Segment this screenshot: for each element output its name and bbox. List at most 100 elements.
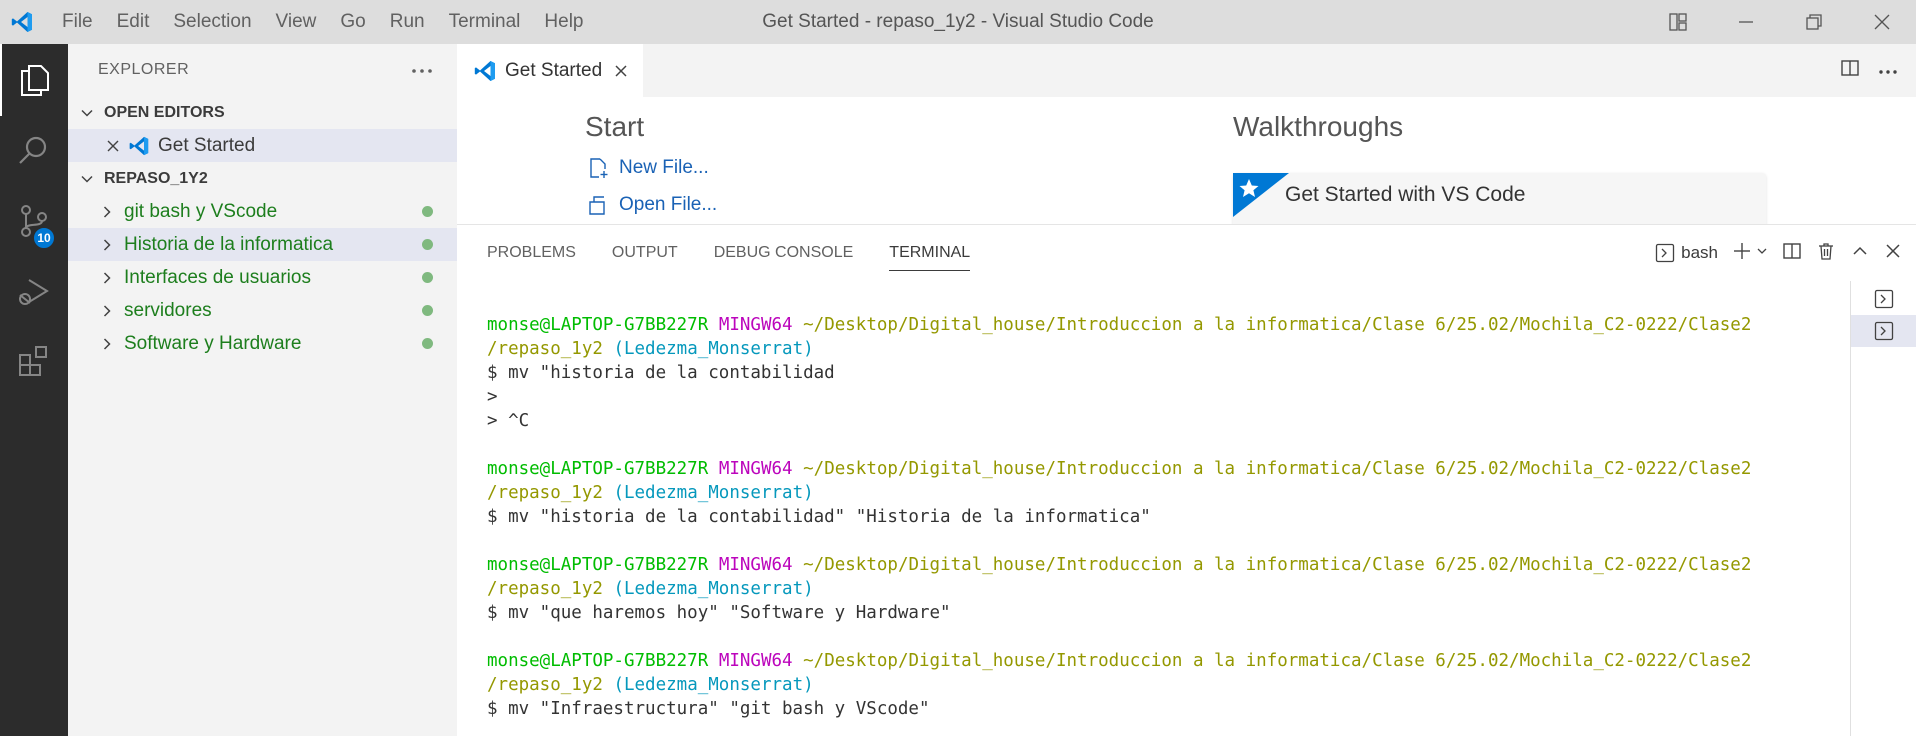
restore-icon[interactable] [1780, 0, 1848, 44]
walkthroughs-heading: Walkthroughs [1233, 111, 1404, 142]
source-control-badge: 10 [32, 226, 56, 250]
chevron-right-icon [96, 267, 118, 289]
terminal-instance-item[interactable] [1851, 315, 1916, 347]
prompt-branch: (Ledezma_Monserrat) [613, 579, 814, 599]
menu-selection[interactable]: Selection [161, 0, 263, 44]
menu-edit[interactable]: Edit [105, 0, 162, 44]
folder-label: Historia de la informatica [124, 233, 334, 255]
terminal-icon [1874, 289, 1894, 309]
close-editor-icon[interactable] [106, 139, 120, 153]
close-tab-icon[interactable] [614, 64, 628, 78]
tab-terminal[interactable]: TERMINAL [889, 239, 970, 271]
new-file-link[interactable]: New File... [587, 157, 709, 179]
split-editor-icon[interactable] [1840, 58, 1860, 83]
tab-debug-console[interactable]: DEBUG CONSOLE [714, 239, 854, 267]
close-panel-icon[interactable] [1884, 242, 1902, 265]
workspace-folder-section[interactable]: REPASO_1Y2 [68, 162, 457, 195]
prompt-host: MINGW64 [718, 555, 793, 575]
vscode-logo-icon[interactable] [0, 0, 44, 44]
more-actions-icon[interactable] [1878, 62, 1898, 80]
prompt-branch: (Ledezma_Monserrat) [613, 675, 814, 695]
extensions-icon[interactable] [0, 326, 68, 396]
chevron-down-icon[interactable] [1756, 244, 1768, 262]
git-status-dot [422, 338, 433, 349]
open-editor-label: Get Started [158, 134, 256, 156]
chevron-right-icon [96, 201, 118, 223]
maximize-panel-icon[interactable] [1850, 241, 1870, 266]
menu-run[interactable]: Run [378, 0, 437, 44]
terminal-instance-item[interactable] [1851, 283, 1916, 315]
terminal-prompt-line: /repaso_1y2 (Ledezma_Monserrat) [487, 481, 1847, 505]
new-file-label: New File... [619, 157, 709, 178]
prompt-host: MINGW64 [718, 315, 793, 335]
terminal-prompt-line: /repaso_1y2 (Ledezma_Monserrat) [487, 577, 1847, 601]
more-actions-icon[interactable] [411, 61, 433, 79]
open-file-label: Open File... [619, 194, 718, 215]
menu-view[interactable]: View [264, 0, 329, 44]
terminal-divider [1850, 281, 1851, 736]
prompt-path: /repaso_1y2 [487, 483, 603, 503]
new-terminal-icon[interactable] [1732, 241, 1752, 266]
run-debug-icon[interactable] [0, 256, 68, 326]
panel-actions: bash [1655, 225, 1902, 281]
terminal-prompt-line: /repaso_1y2 (Ledezma_Monserrat) [487, 337, 1847, 361]
chevron-right-icon [96, 300, 118, 322]
window-controls [1644, 0, 1916, 44]
folder-item[interactable]: git bash y VScode [68, 195, 457, 228]
prompt-user: monse@LAPTOP-G7BB227R [487, 459, 709, 479]
source-control-icon[interactable]: 10 [0, 186, 68, 256]
folder-item[interactable]: Interfaces de usuarios [68, 261, 457, 294]
prompt-path: ~/Desktop/Digital_house/Introduccion a l… [803, 555, 1752, 575]
open-editors-label: OPEN EDITORS [104, 103, 225, 121]
folder-item[interactable]: servidores [68, 294, 457, 327]
menu-terminal[interactable]: Terminal [437, 0, 533, 44]
prompt-path: ~/Desktop/Digital_house/Introduccion a l… [803, 315, 1752, 335]
search-icon[interactable] [0, 116, 68, 186]
chevron-right-icon [96, 234, 118, 256]
star-ribbon-icon [1233, 173, 1289, 217]
open-editor-item[interactable]: Get Started [68, 129, 457, 162]
terminal-output[interactable]: monse@LAPTOP-G7BB227R MINGW64 ~/Desktop/… [487, 313, 1847, 721]
title-bar: File Edit Selection View Go Run Terminal… [0, 0, 1916, 44]
git-status-dot [422, 206, 433, 217]
walkthrough-card[interactable]: Get Started with VS Code [1233, 173, 1766, 224]
tab-problems[interactable]: PROBLEMS [487, 239, 576, 267]
open-editors-section[interactable]: OPEN EDITORS [68, 96, 457, 129]
minimize-icon[interactable] [1712, 0, 1780, 44]
vscode-file-icon [128, 135, 150, 157]
terminal-instance-list [1851, 281, 1916, 347]
activity-bar: 10 [0, 44, 68, 736]
prompt-host: MINGW64 [718, 651, 793, 671]
menu-go[interactable]: Go [328, 0, 377, 44]
split-terminal-icon[interactable] [1782, 241, 1802, 266]
terminal-prompt-line: monse@LAPTOP-G7BB227R MINGW64 ~/Desktop/… [487, 457, 1847, 481]
open-file-icon [587, 194, 609, 216]
menu-file[interactable]: File [50, 0, 105, 44]
vscode-file-icon [473, 59, 497, 83]
explorer-icon[interactable] [0, 44, 68, 116]
explorer-title: EXPLORER [98, 61, 190, 78]
tab-get-started[interactable]: Get Started [457, 44, 643, 97]
menu-help[interactable]: Help [532, 0, 595, 44]
folder-item[interactable]: Software y Hardware [68, 327, 457, 360]
terminal-prompt-line: monse@LAPTOP-G7BB227R MINGW64 ~/Desktop/… [487, 553, 1847, 577]
folder-item[interactable]: Historia de la informatica [68, 228, 457, 261]
trash-icon[interactable] [1816, 241, 1836, 266]
tab-output[interactable]: OUTPUT [612, 239, 678, 267]
folder-label: servidores [124, 299, 212, 321]
open-file-link[interactable]: Open File... [587, 194, 717, 216]
terminal-prompt-line: monse@LAPTOP-G7BB227R MINGW64 ~/Desktop/… [487, 313, 1847, 337]
terminal-shell-selector[interactable]: bash [1655, 243, 1718, 263]
prompt-user: monse@LAPTOP-G7BB227R [487, 651, 709, 671]
folder-label: git bash y VScode [124, 200, 278, 222]
layout-icon[interactable] [1644, 0, 1712, 44]
terminal-icon [1655, 243, 1675, 263]
prompt-path: /repaso_1y2 [487, 339, 603, 359]
terminal-continuation-line: > [487, 387, 498, 407]
chevron-down-icon [76, 102, 98, 124]
close-window-icon[interactable] [1848, 0, 1916, 44]
shell-label: bash [1681, 243, 1718, 262]
menu-bar: File Edit Selection View Go Run Terminal… [50, 0, 596, 44]
